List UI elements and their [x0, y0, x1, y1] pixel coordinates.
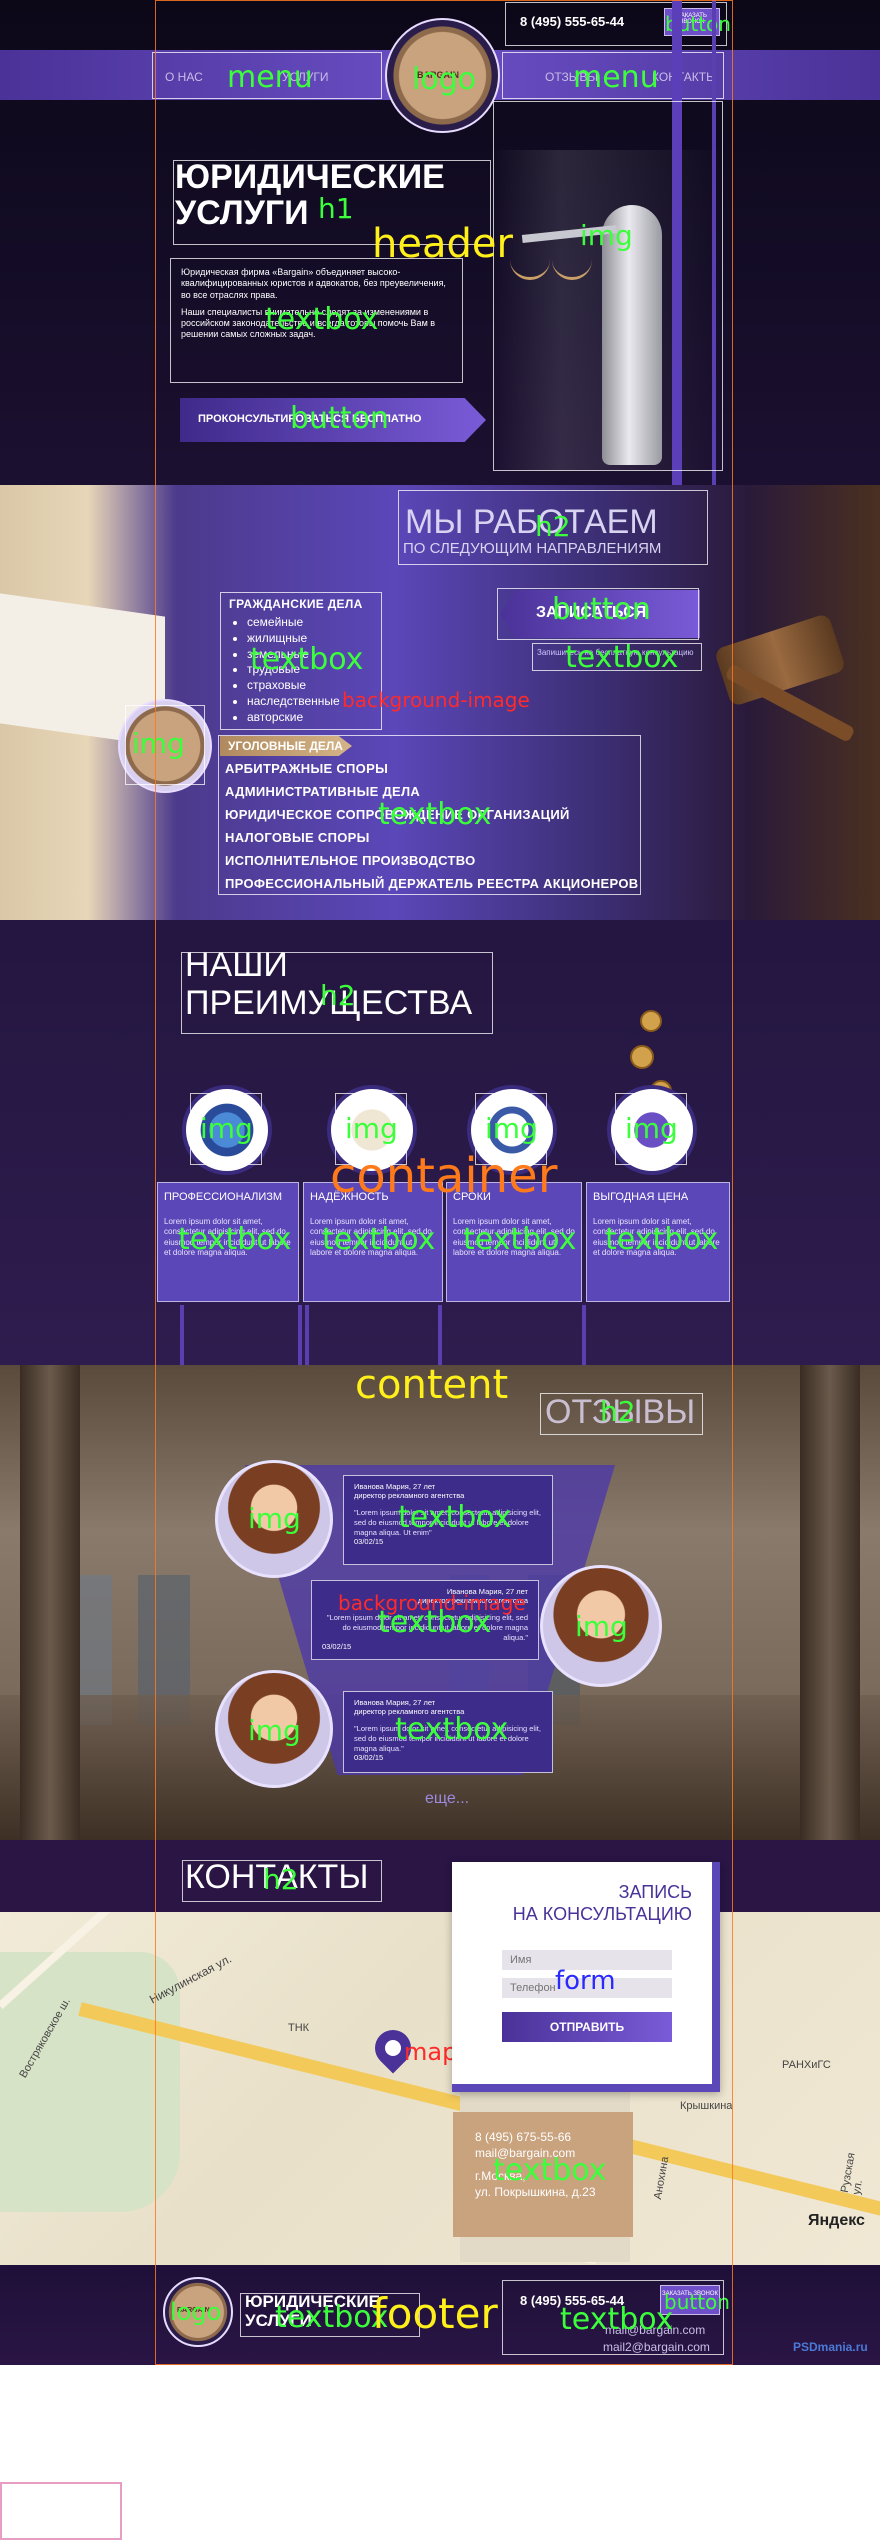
map-label-ruzskaya: Рузская ул.	[838, 2151, 866, 2196]
column-left	[20, 1365, 80, 1840]
yandex-logo: Яндекс	[808, 2212, 865, 2229]
column-right	[800, 1365, 860, 1840]
guide-outer-box	[155, 0, 733, 2365]
map-label-ranepa: РАНХиГС	[782, 2059, 831, 2071]
psdmania-watermark: PSDmania.ru	[793, 2340, 868, 2354]
guide-bottom-box	[0, 2482, 122, 2540]
